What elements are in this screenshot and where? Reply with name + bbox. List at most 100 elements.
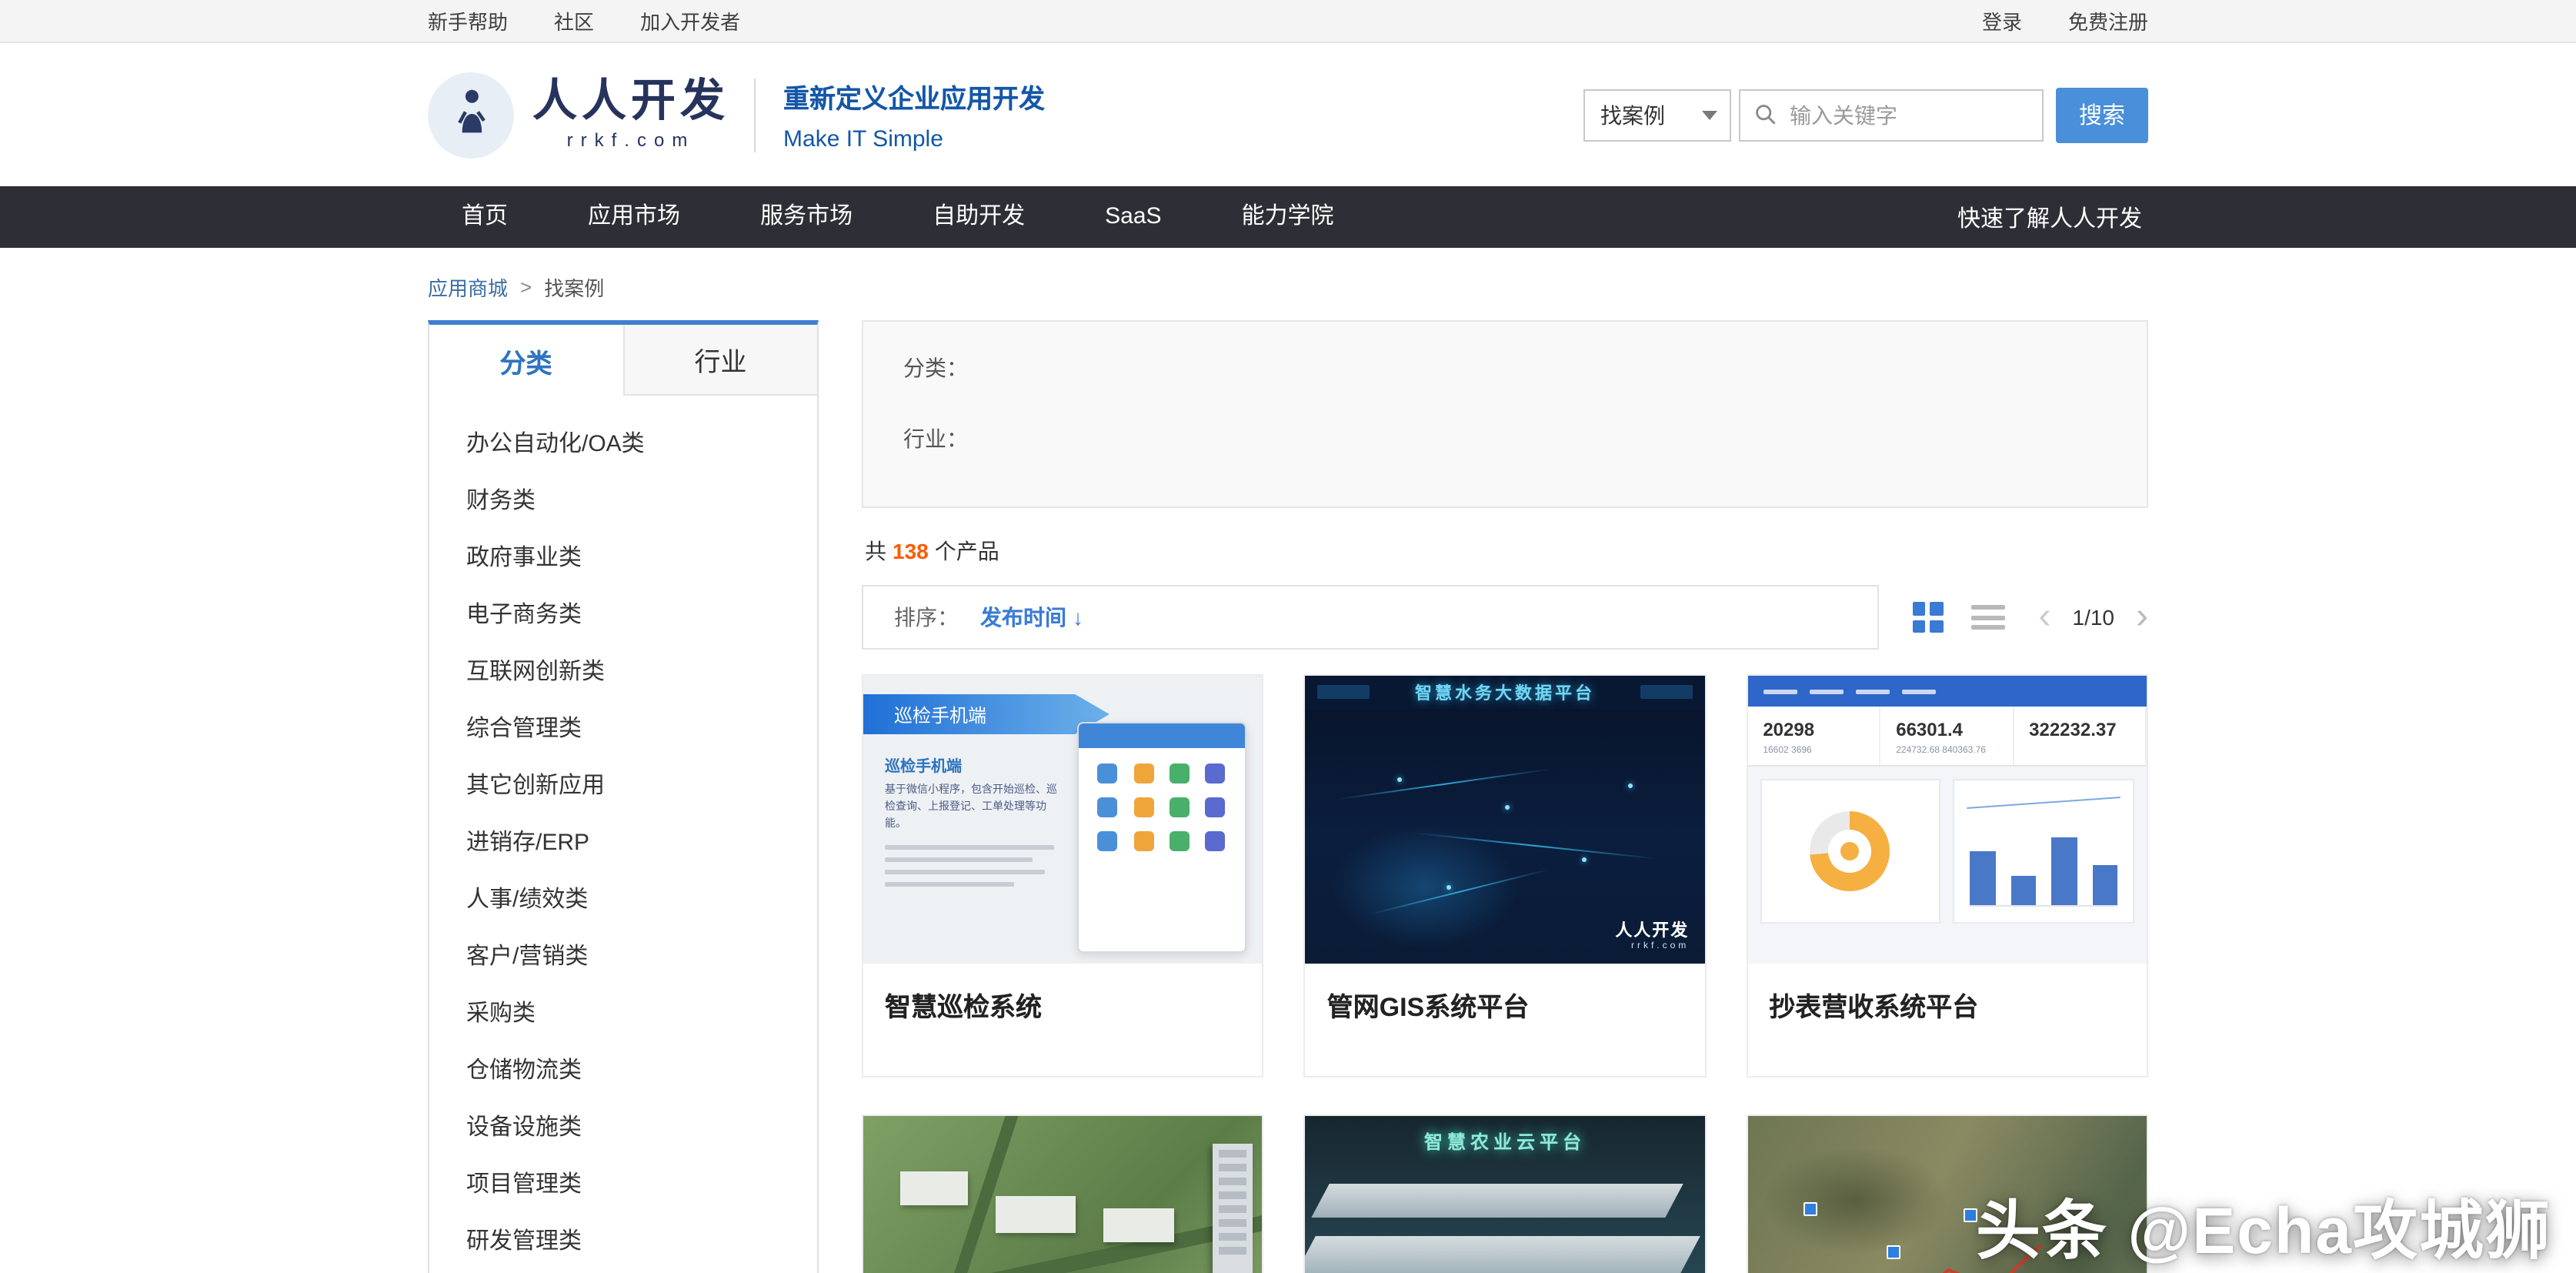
search-icon <box>1754 103 1777 126</box>
category-sidebar: 分类 行业 办公自动化/OA类 财务类 政府事业类 电子商务类 互联网创新类 综… <box>428 320 819 1273</box>
page: 新手帮助 社区 加入开发者 登录 免费注册 <box>0 0 2576 1273</box>
product-thumbnail: 巡检手机端 巡检手机端 基于微信小程序，包含开始巡检、巡检查询、上报登记、工单处… <box>863 676 1263 964</box>
top-utility-bar: 新手帮助 社区 加入开发者 登录 免费注册 <box>0 0 2576 43</box>
sort-field-publish-time[interactable]: 发布时间 <box>980 602 1066 633</box>
product-title: 管网GIS系统平台 <box>1306 964 1705 1076</box>
chevron-down-icon <box>1702 110 1717 119</box>
results-count: 共138个产品 <box>865 536 2145 566</box>
product-card-gis[interactable]: 智慧水务大数据平台 人人开发 r <box>1304 674 1707 1078</box>
stat-value: 66301.4 <box>1896 719 1997 740</box>
dashboard-header <box>1747 676 2147 707</box>
phone-mockup <box>1078 722 1247 953</box>
community-link[interactable]: 社区 <box>554 6 594 35</box>
site-header: 人人开发 rrkf.com 重新定义企业应用开发 Make IT Simple … <box>0 43 2576 186</box>
product-thumbnail: 智慧水务大数据平台 人人开发 r <box>1306 676 1705 964</box>
category-list: 办公自动化/OA类 财务类 政府事业类 电子商务类 互联网创新类 综合管理类 其… <box>429 396 817 1273</box>
nav-item-self-dev[interactable]: 自助开发 <box>893 186 1065 248</box>
register-link[interactable]: 免费注册 <box>2068 6 2148 35</box>
search-input[interactable] <box>1787 101 2042 129</box>
header-divider <box>754 78 756 152</box>
page-indicator: 1/10 <box>2073 605 2115 630</box>
search-area: 找案例 搜索 <box>1583 87 2148 142</box>
filter-category-label: 分类： <box>903 352 2107 383</box>
help-link[interactable]: 新手帮助 <box>428 6 508 35</box>
sidebar-item-oa[interactable]: 办公自动化/OA类 <box>429 414 817 471</box>
sidebar-item-management[interactable]: 综合管理类 <box>429 699 817 756</box>
sidebar-item-facility[interactable]: 设备设施类 <box>429 1098 817 1154</box>
product-card-aerial-park[interactable] <box>862 1114 1264 1273</box>
tab-category[interactable]: 分类 <box>429 325 622 396</box>
sidebar-item-government[interactable]: 政府事业类 <box>429 528 817 585</box>
search-category-select[interactable]: 找案例 <box>1583 89 1731 141</box>
sidebar-item-internet[interactable]: 互联网创新类 <box>429 642 817 699</box>
breadcrumb-root[interactable]: 应用商城 <box>428 272 508 302</box>
nav-item-service-market[interactable]: 服务市场 <box>720 186 893 248</box>
product-title: 智慧巡检系统 <box>863 964 1263 1076</box>
prev-page-icon[interactable]: ‹ <box>2039 599 2051 636</box>
sidebar-item-hr[interactable]: 人事/绩效类 <box>429 870 817 927</box>
sort-row: 排序： 发布时间 ↓ ‹ 1/10 › <box>862 585 2148 650</box>
stats-row: 20298 16602 3696 66301.4 224732.68 84036… <box>1747 707 2147 767</box>
product-card-billing[interactable]: 20298 16602 3696 66301.4 224732.68 84036… <box>1746 674 2148 1078</box>
main-column: 分类： 行业： 共138个产品 排序： 发布时间 ↓ ‹ 1/10 <box>862 320 2148 1273</box>
logo-person-icon <box>445 85 497 145</box>
grid-view-icon[interactable] <box>1913 602 1944 633</box>
top-links-right: 登录 免费注册 <box>1982 6 2148 35</box>
sidebar-item-project[interactable]: 项目管理类 <box>429 1154 817 1211</box>
toutiao-watermark: 头条 @Echa攻城狮 <box>1976 1179 2551 1273</box>
brand-domain: rrkf.com <box>567 129 696 150</box>
sidebar-item-other[interactable]: 其它创新应用 <box>429 756 817 813</box>
tab-industry[interactable]: 行业 <box>622 325 817 396</box>
sidebar-tabs: 分类 行业 <box>429 325 817 396</box>
search-input-wrap <box>1739 89 2044 141</box>
nav-item-home[interactable]: 首页 <box>428 186 548 248</box>
sidebar-item-warehouse[interactable]: 仓储物流类 <box>429 1041 817 1098</box>
brand-name: 人人开发 <box>532 79 729 126</box>
sort-direction-icon[interactable]: ↓ <box>1073 605 1083 630</box>
product-grid: 巡检手机端 巡检手机端 基于微信小程序，包含开始巡检、巡检查询、上报登记、工单处… <box>862 674 2148 1273</box>
thumb-description: 基于微信小程序，包含开始巡检、巡检查询、上报登记、工单处理等功能。 <box>885 784 1066 834</box>
list-view-icon[interactable] <box>1971 605 2005 630</box>
search-button[interactable]: 搜索 <box>2056 87 2148 142</box>
site-logo[interactable] <box>428 72 514 158</box>
sidebar-item-erp[interactable]: 进销存/ERP <box>429 813 817 870</box>
nav-item-saas[interactable]: SaaS <box>1065 186 1201 248</box>
stat-sub: 224732.68 840363.76 <box>1896 747 1997 756</box>
sort-label: 排序： <box>894 602 959 633</box>
product-thumbnail: 20298 16602 3696 66301.4 224732.68 84036… <box>1747 676 2147 964</box>
next-page-icon[interactable]: › <box>2136 599 2148 636</box>
pagination: ‹ 1/10 › <box>2039 599 2149 636</box>
thumb-inner-title: 巡检手机端 <box>885 753 1066 776</box>
breadcrumb-current: 找案例 <box>544 272 604 302</box>
stat-value: 20298 <box>1763 719 1864 740</box>
thumb-text-lines <box>885 844 1066 886</box>
stat-value: 322232.37 <box>2029 719 2130 740</box>
sidebar-item-ecommerce[interactable]: 电子商务类 <box>429 585 817 642</box>
tagline-cn: 重新定义企业应用开发 <box>783 77 1045 115</box>
dashboard-title: 智慧农业云平台 <box>1306 1128 1705 1154</box>
product-thumbnail: 智慧农业云平台 <box>1306 1116 1705 1273</box>
nav-item-app-market[interactable]: 应用市场 <box>548 186 720 248</box>
count-suffix: 个产品 <box>935 539 999 563</box>
sidebar-item-crm[interactable]: 客户/营销类 <box>429 927 817 984</box>
product-card-agriculture[interactable]: 智慧农业云平台 <box>1304 1114 1707 1273</box>
sidebar-item-finance[interactable]: 财务类 <box>429 471 817 528</box>
thumb-watermark-logo: 人人开发 rrkf.com <box>1615 917 1689 951</box>
join-developer-link[interactable]: 加入开发者 <box>640 6 740 35</box>
dashboard-title: 智慧水务大数据平台 <box>1415 680 1595 705</box>
sidebar-item-procurement[interactable]: 采购类 <box>429 984 817 1041</box>
main-nav: 首页 应用市场 服务市场 自助开发 SaaS 能力学院 快速了解人人开发 <box>0 186 2576 248</box>
bar-chart-panel <box>1954 779 2134 924</box>
tagline-en: Make IT Simple <box>783 126 1045 152</box>
breadcrumb: 应用商城 > 找案例 <box>428 272 2148 302</box>
filter-box: 分类： 行业： <box>862 320 2148 508</box>
sidebar-item-rnd[interactable]: 研发管理类 <box>429 1211 817 1268</box>
login-link[interactable]: 登录 <box>1982 6 2022 35</box>
nav-quick-intro-link[interactable]: 快速了解人人开发 <box>1957 201 2148 233</box>
top-links-left: 新手帮助 社区 加入开发者 <box>428 6 740 35</box>
search-category-value: 找案例 <box>1600 99 1665 130</box>
brand-block[interactable]: 人人开发 rrkf.com <box>532 79 729 151</box>
tagline-block: 重新定义企业应用开发 Make IT Simple <box>783 77 1045 152</box>
nav-item-academy[interactable]: 能力学院 <box>1202 186 1374 248</box>
product-card-inspection[interactable]: 巡检手机端 巡检手机端 基于微信小程序，包含开始巡检、巡检查询、上报登记、工单处… <box>862 674 1264 1078</box>
